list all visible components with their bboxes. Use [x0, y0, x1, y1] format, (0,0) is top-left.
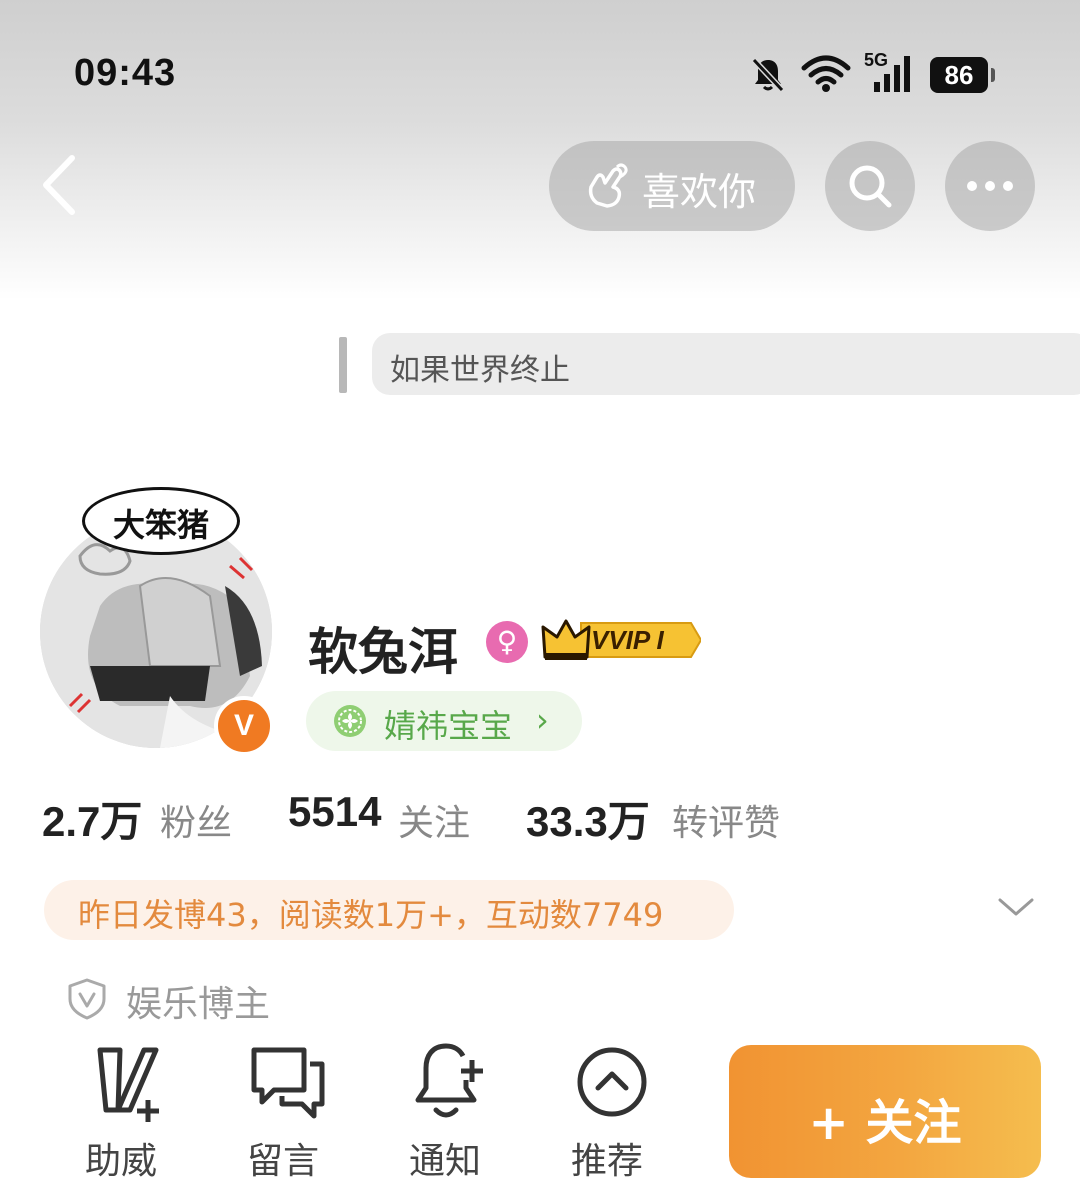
cheer-label: 助威: [84, 1141, 157, 1182]
vvip-label: VVIP I: [591, 625, 664, 655]
status-bar: 09:43 5G 86: [0, 40, 1080, 110]
following-label[interactable]: 关注: [398, 794, 470, 846]
female-icon: ♀: [486, 621, 528, 663]
battery-icon: 86: [930, 57, 988, 93]
followers-label[interactable]: 粉丝: [160, 794, 232, 846]
yesterday-summary-text: 昨日发博43，阅读数1万+，互动数7749: [78, 896, 664, 934]
certification-row: 娱乐博主: [66, 975, 366, 1025]
fan-group-chevron: ›: [536, 701, 549, 739]
engagement-label[interactable]: 转评赞: [672, 794, 780, 846]
avatar-bubble-text: 大笨猪: [112, 506, 209, 544]
clover-badge-icon: [334, 705, 366, 737]
signature-bar: [339, 337, 347, 393]
recommend-label: 推荐: [570, 1141, 643, 1182]
battery-tip: [991, 68, 995, 82]
vvip-badge[interactable]: VVIP I: [541, 617, 701, 663]
certification-label: 娱乐博主: [126, 984, 271, 1025]
yesterday-summary[interactable]: 昨日发博43，阅读数1万+，互动数7749: [44, 880, 734, 940]
stats-row: 2.7万 粉丝 5514 关注 33.3万 转评赞: [42, 788, 942, 848]
message-bubbles-icon: [251, 1047, 325, 1119]
chevron-down-icon[interactable]: [996, 892, 1036, 922]
follow-label: + 关注: [808, 1095, 962, 1151]
more-button[interactable]: [945, 141, 1035, 231]
fan-group-label: 婧祎宝宝: [384, 707, 513, 745]
followers-count[interactable]: 2.7万: [42, 788, 142, 849]
cheer-button[interactable]: 助威: [66, 1040, 176, 1182]
v-plus-icon: [97, 1047, 159, 1122]
cellular-signal-icon: [874, 56, 910, 92]
signature-box[interactable]: 如果世界终止: [372, 333, 1080, 395]
search-button[interactable]: [825, 141, 915, 231]
bell-muted-icon: [751, 57, 785, 93]
avatar-speech-bubble: 大笨猪: [82, 487, 240, 555]
like-you-button[interactable]: 喜欢你: [549, 141, 795, 231]
follow-button[interactable]: + 关注: [729, 1045, 1041, 1178]
hand-heart-icon: [588, 163, 628, 208]
bell-plus-icon: [415, 1043, 483, 1118]
username: 软兔洱: [308, 623, 458, 681]
like-you-label: 喜欢你: [642, 170, 757, 214]
signature-text: 如果世界终止: [390, 353, 570, 388]
message-button[interactable]: 留言: [228, 1040, 338, 1182]
message-label: 留言: [246, 1141, 319, 1182]
notify-label: 通知: [408, 1141, 481, 1182]
chevron-up-circle-icon: [577, 1047, 647, 1117]
wifi-icon: [801, 55, 851, 92]
shield-icon: [68, 978, 106, 1020]
status-time: 09:43: [74, 52, 177, 94]
notify-button[interactable]: 通知: [390, 1040, 500, 1182]
fan-group-button[interactable]: 婧祎宝宝 ›: [306, 691, 582, 751]
search-icon: [849, 165, 892, 208]
more-dots-icon: [967, 181, 1013, 191]
recommend-button[interactable]: 推荐: [552, 1040, 662, 1182]
following-count[interactable]: 5514: [288, 788, 381, 836]
verified-badge: V: [214, 696, 274, 756]
chevron-left-icon[interactable]: [36, 150, 86, 220]
engagement-count[interactable]: 33.3万: [526, 788, 650, 849]
